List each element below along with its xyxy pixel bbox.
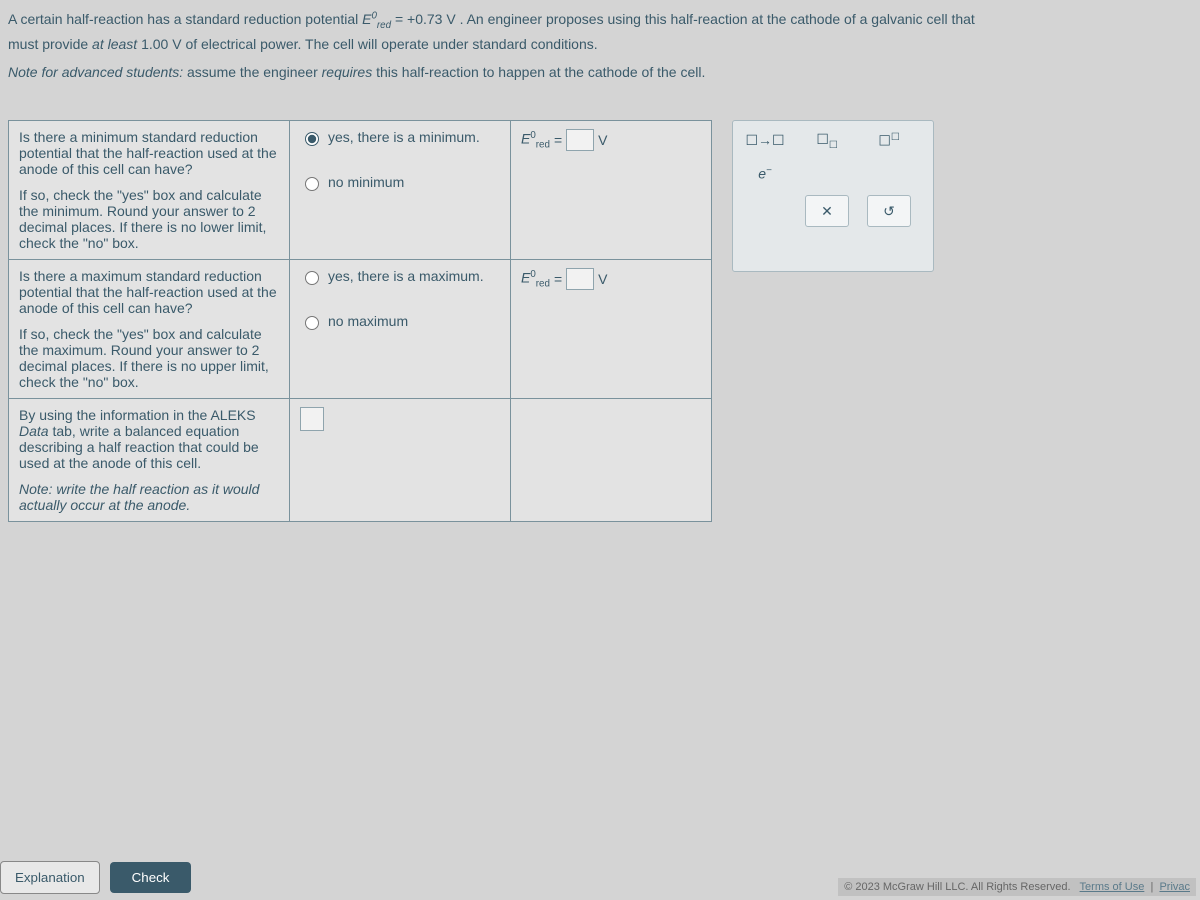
question-cell-min: Is there a minimum standard reduction po…	[9, 120, 290, 259]
arrow-tool[interactable]: ☐→☐	[745, 132, 784, 149]
min-value-box[interactable]	[566, 129, 594, 151]
ered-formula: E0red	[362, 11, 395, 27]
table-row: By using the information in the ALEKS Da…	[9, 398, 712, 521]
explanation-button[interactable]: Explanation	[0, 861, 100, 894]
question-cell-max: Is there a maximum standard reduction po…	[9, 259, 290, 398]
clear-button[interactable]: ✕	[805, 195, 849, 227]
table-row: Is there a minimum standard reduction po…	[9, 120, 712, 259]
note-prefix: Note for advanced students:	[8, 64, 183, 80]
ered-value: = +0.73 V	[395, 11, 456, 27]
min-question: Is there a minimum standard reduction po…	[19, 129, 279, 177]
problem-line1b: . An engineer proposes using this half-r…	[460, 11, 975, 27]
check-button[interactable]: Check	[110, 862, 192, 893]
max-value-input: E0red = V	[521, 268, 608, 290]
min-no-radio[interactable]	[305, 177, 319, 191]
main-area: Is there a minimum standard reduction po…	[0, 90, 1200, 530]
min-instructions: If so, check the "yes" box and calculate…	[19, 187, 279, 251]
options-cell-min: yes, there is a minimum. no minimum	[290, 120, 511, 259]
table-row: Is there a maximum standard reduction po…	[9, 259, 712, 398]
privacy-link[interactable]: Privac	[1159, 881, 1190, 893]
max-yes-label: yes, there is a maximum.	[328, 268, 484, 284]
problem-line1a: A certain half-reaction has a standard r…	[8, 11, 362, 27]
copyright-bar: © 2023 McGraw Hill LLC. All Rights Reser…	[838, 878, 1196, 896]
subscript-tool[interactable]: ☐☐	[816, 131, 837, 151]
max-question: Is there a maximum standard reduction po…	[19, 268, 279, 316]
tool-panel: ☐→☐ ☐☐ ☐☐ e− ✕ ↺	[732, 120, 934, 272]
equation-cell	[290, 398, 511, 521]
min-no-label: no minimum	[328, 174, 404, 190]
max-unit: V	[598, 271, 607, 287]
max-instructions: If so, check the "yes" box and calculate…	[19, 326, 279, 390]
max-no-option[interactable]: no maximum	[300, 313, 500, 330]
note-line: Note for advanced students: assume the e…	[0, 60, 1200, 90]
note-body: assume the engineer requires this half-r…	[187, 64, 705, 80]
equation-input-box[interactable]	[300, 407, 324, 431]
min-yes-radio[interactable]	[305, 132, 319, 146]
eq-question: By using the information in the ALEKS Da…	[19, 407, 279, 471]
problem-statement: A certain half-reaction has a standard r…	[0, 0, 1200, 60]
min-value-input: E0red = V	[521, 129, 608, 151]
superscript-tool[interactable]: ☐☐	[878, 132, 899, 150]
input-cell-max: E0red = V	[511, 259, 712, 398]
max-value-box[interactable]	[566, 268, 594, 290]
options-cell-max: yes, there is a maximum. no maximum	[290, 259, 511, 398]
input-cell-min: E0red = V	[511, 120, 712, 259]
min-unit: V	[598, 132, 607, 148]
terms-link[interactable]: Terms of Use	[1080, 881, 1145, 893]
problem-line2: must provide at least 1.00 V of electric…	[8, 36, 598, 52]
eq-note: Note: write the half reaction as it woul…	[19, 481, 279, 513]
max-yes-radio[interactable]	[305, 271, 319, 285]
min-no-option[interactable]: no minimum	[300, 174, 500, 191]
max-yes-option[interactable]: yes, there is a maximum.	[300, 268, 500, 285]
question-cell-eq: By using the information in the ALEKS Da…	[9, 398, 290, 521]
question-table: Is there a minimum standard reduction po…	[8, 120, 712, 522]
equation-blank-cell	[511, 398, 712, 521]
max-no-radio[interactable]	[305, 316, 319, 330]
max-no-label: no maximum	[328, 313, 408, 329]
reset-button[interactable]: ↺	[867, 195, 911, 227]
electron-tool[interactable]: e−	[758, 165, 772, 182]
copyright-text: © 2023 McGraw Hill LLC. All Rights Reser…	[844, 881, 1070, 893]
min-yes-option[interactable]: yes, there is a minimum.	[300, 129, 500, 146]
min-yes-label: yes, there is a minimum.	[328, 129, 480, 145]
